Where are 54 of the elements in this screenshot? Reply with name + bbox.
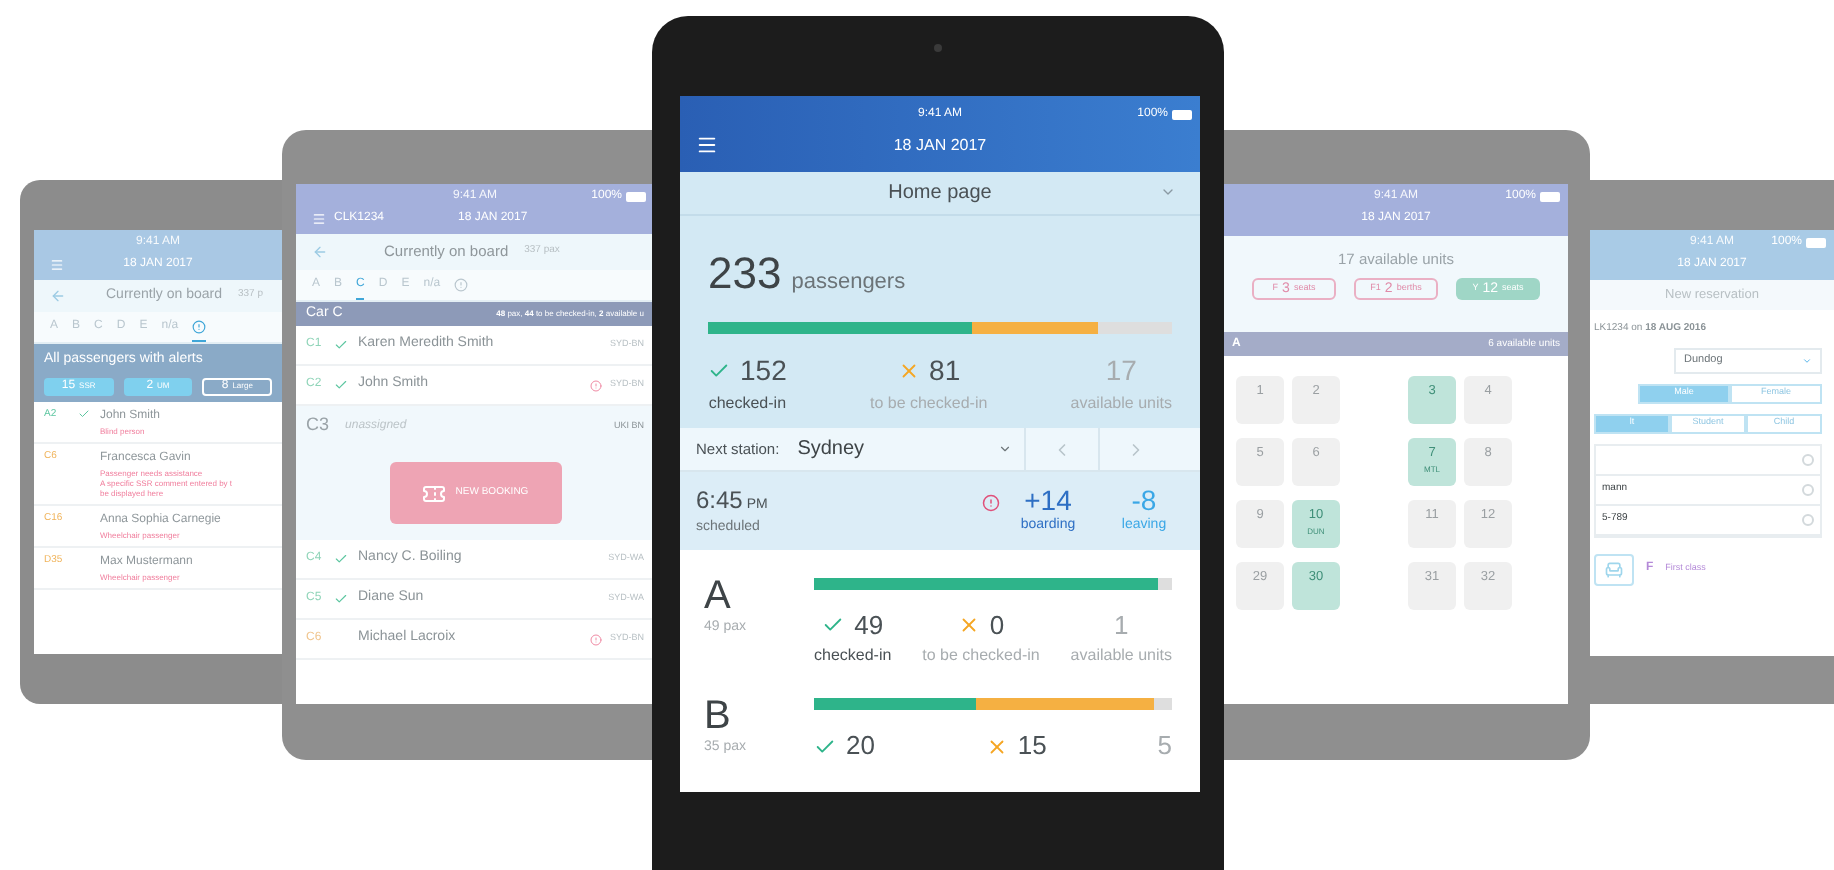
station-dropdown[interactable]: Sydney (797, 434, 1024, 465)
page-selector[interactable]: Home page (680, 171, 1200, 216)
stat-value: 20 (846, 728, 875, 765)
seat-icon[interactable] (1594, 553, 1634, 585)
stat-label: available units (1070, 391, 1172, 416)
check-icon (334, 592, 348, 606)
chevron-down-icon (997, 442, 1012, 457)
stat-label: to be checked-in (869, 391, 988, 416)
stat-label: available units (1070, 644, 1172, 669)
car-letter: A (704, 573, 733, 618)
back-icon[interactable] (312, 244, 328, 260)
check-icon (814, 735, 836, 758)
check-icon (334, 378, 348, 392)
stat-value: 1 (1114, 607, 1129, 644)
check-icon (334, 338, 348, 352)
battery-icon (1540, 191, 1560, 201)
check-icon (78, 407, 90, 419)
cross-icon (897, 359, 920, 382)
stat-value: 49 (854, 607, 884, 644)
alert-icon (589, 633, 602, 645)
passenger-total: 233 (708, 245, 782, 302)
stat-value: 5 (1157, 728, 1172, 765)
info-icon (1802, 453, 1814, 465)
stat-value: 0 (989, 607, 1005, 644)
stat-value: 17 (1105, 351, 1137, 390)
alert-icon (589, 379, 602, 391)
departure-time: 6:45 (696, 484, 743, 519)
alert-icon (454, 278, 469, 292)
check-icon (708, 359, 730, 382)
battery-icon (626, 191, 646, 201)
stat-label: checked-in (814, 644, 892, 669)
stat-value: 152 (740, 351, 787, 390)
alert-icon (192, 319, 207, 333)
stat-value: 81 (929, 351, 961, 390)
ticket-icon (421, 481, 446, 505)
check-icon (334, 552, 348, 566)
info-icon (1802, 483, 1814, 495)
header-date: 18 JAN 2017 (893, 133, 987, 158)
stat-label: to be checked-in (922, 644, 1040, 669)
cross-icon (985, 735, 1008, 758)
cross-icon (957, 614, 980, 637)
stat-label: checked-in (708, 391, 787, 416)
leaving-count: -8 (1131, 485, 1157, 516)
menu-icon[interactable] (696, 134, 718, 157)
chevron-down-icon (1802, 355, 1812, 365)
car-letter: B (704, 694, 733, 739)
seat-number: C3 (306, 412, 330, 439)
battery-icon (1806, 237, 1826, 247)
back-icon[interactable] (50, 288, 66, 304)
stat-value: 15 (1017, 728, 1047, 765)
boarding-count: +14 (1024, 485, 1072, 516)
battery-icon (1172, 110, 1192, 121)
info-icon (1802, 513, 1814, 525)
passenger-total-unit: passengers (791, 267, 906, 298)
